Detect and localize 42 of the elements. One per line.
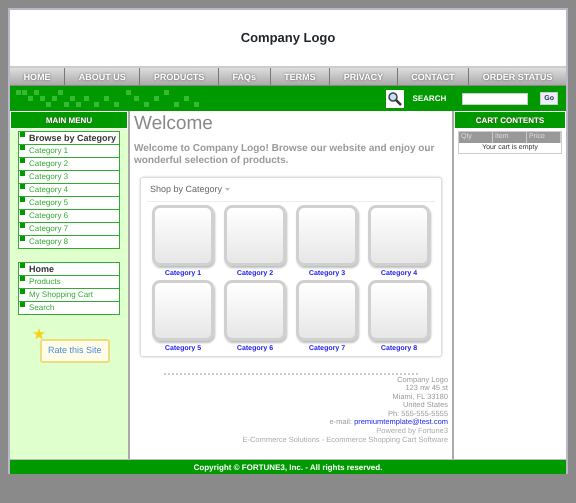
nav-link[interactable]: CONTACT (398, 68, 470, 85)
nav-link[interactable]: FAQs (218, 68, 271, 85)
nav-link[interactable]: ORDER STATUS (469, 68, 566, 85)
nav-link[interactable]: TERMS (270, 68, 330, 85)
category-tile[interactable] (296, 204, 358, 266)
category-tile[interactable] (224, 204, 286, 266)
search-field[interactable] (462, 92, 528, 104)
menu-item[interactable]: Category 3 (19, 171, 119, 184)
category-tile[interactable] (368, 204, 430, 266)
category-tile[interactable] (152, 280, 214, 340)
category-tile[interactable] (296, 280, 358, 340)
menu-item[interactable]: Category 2 (19, 158, 119, 171)
rate-button[interactable]: Rate this Site (40, 339, 110, 362)
category-tile[interactable] (152, 204, 214, 266)
star-icon (33, 328, 45, 340)
menu-item[interactable]: Category 5 (19, 197, 119, 210)
nav-link[interactable]: PRODUCTS (140, 68, 219, 85)
category-tile[interactable] (368, 280, 430, 340)
menu-header: MAIN MENU (10, 111, 128, 129)
intro-text: Welcome to Company Logo! Browse our website and enjoy our wonderful selection of products. (134, 143, 436, 167)
menu-item[interactable]: Search (19, 302, 119, 314)
category-tile[interactable] (224, 280, 286, 340)
copyright-text: Copyright © FORTUNE3, Inc. - All rights reserved. (10, 459, 566, 474)
panel-title: Shop by Category (150, 183, 222, 196)
company-logo: Company Logo (240, 29, 336, 48)
search-label: SEARCH (412, 92, 446, 104)
menu-item[interactable]: Category 7 (19, 223, 119, 236)
nav-link[interactable]: PRIVACY (330, 68, 398, 85)
nav-link[interactable]: ABOUT US (65, 68, 140, 85)
menu-item[interactable]: Category 8 (19, 236, 119, 248)
menu-item[interactable]: Category 1 (19, 145, 119, 158)
menu-item[interactable]: Products (19, 276, 119, 289)
menu-item[interactable]: Category 4 (19, 184, 119, 197)
search-icon (386, 90, 404, 108)
menu-item[interactable]: Category 6 (19, 210, 119, 223)
nav-link[interactable]: HOME (10, 68, 66, 85)
menu-item[interactable]: My Shopping Cart (19, 289, 119, 302)
cart-header: CART CONTENTS (454, 111, 566, 129)
menu-heading[interactable]: Home (19, 263, 119, 276)
menu-heading[interactable]: Browse by Category (19, 132, 119, 145)
page-title: Welcome (134, 113, 214, 135)
caret-icon (225, 188, 230, 192)
